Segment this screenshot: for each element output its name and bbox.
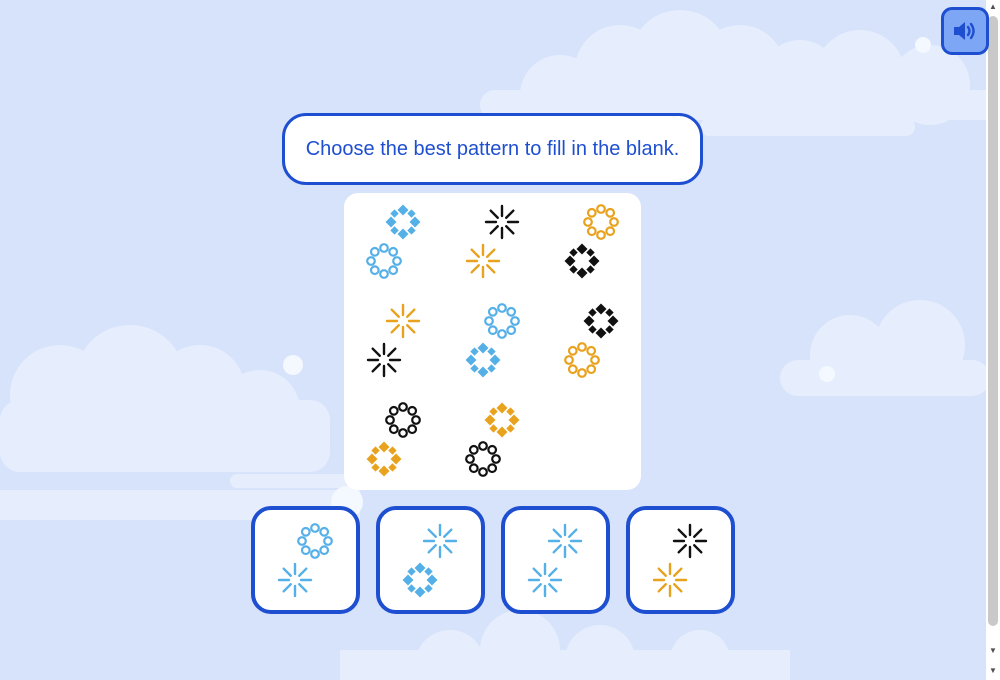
- blue-ring-icon: [366, 243, 402, 279]
- grid-cell: [443, 292, 542, 391]
- grid-cell-top-pattern: [383, 202, 423, 242]
- grid-cell: [542, 193, 641, 292]
- answer-choice-1[interactable]: [251, 506, 360, 614]
- grid-cell-bottom-pattern: [364, 439, 404, 479]
- grid-cell: [344, 193, 443, 292]
- blue-diamond-burst-icon: [465, 342, 501, 378]
- answer-choice-2[interactable]: [376, 506, 485, 614]
- orange-diamond-burst-icon: [484, 402, 520, 438]
- grid-cell-top-pattern: [581, 301, 621, 341]
- grid-cell-bottom-pattern: [562, 241, 602, 281]
- scroll-down-arrow[interactable]: ▼: [986, 644, 1000, 658]
- grid-cell-top-pattern: [482, 400, 522, 440]
- grid-cell: [443, 391, 542, 490]
- orange-dash-burst-icon: [465, 243, 501, 279]
- blue-diamond-burst-icon: [385, 204, 421, 240]
- grid-cell-bottom-pattern: [364, 241, 404, 281]
- blue-dash-burst-icon: [422, 523, 458, 559]
- black-diamond-burst-icon: [583, 303, 619, 339]
- choice-bottom-pattern: [275, 560, 315, 600]
- grid-cell-top-pattern: [581, 202, 621, 242]
- sound-button[interactable]: [941, 7, 989, 55]
- grid-cell-bottom-pattern: [364, 340, 404, 380]
- choice-top-pattern: [545, 521, 585, 561]
- orange-dash-burst-icon: [385, 303, 421, 339]
- blue-dash-burst-icon: [527, 562, 563, 598]
- scroll-thumb[interactable]: [988, 16, 998, 626]
- answer-choice-4[interactable]: [626, 506, 735, 614]
- black-ring-icon: [385, 402, 421, 438]
- grid-cell: [443, 193, 542, 292]
- choice-top-pattern: [295, 521, 335, 561]
- choice-bottom-pattern: [525, 560, 565, 600]
- choice-top-pattern: [670, 521, 710, 561]
- orange-ring-icon: [564, 342, 600, 378]
- page-scrollbar[interactable]: ▲ ▼ ▼: [986, 0, 1000, 680]
- scroll-up-arrow[interactable]: ▲: [986, 0, 1000, 14]
- black-dash-burst-icon: [366, 342, 402, 378]
- question-prompt: Choose the best pattern to fill in the b…: [282, 113, 703, 185]
- scroll-corner-arrow[interactable]: ▼: [986, 664, 1000, 678]
- blue-ring-icon: [297, 523, 333, 559]
- grid-cell-bottom-pattern: [463, 340, 503, 380]
- choice-bottom-pattern: [400, 560, 440, 600]
- grid-cell-bottom-pattern: [463, 439, 503, 479]
- choice-bottom-pattern: [650, 560, 690, 600]
- black-ring-icon: [465, 441, 501, 477]
- blue-dash-burst-icon: [547, 523, 583, 559]
- prompt-text: Choose the best pattern to fill in the b…: [305, 137, 680, 160]
- blue-ring-icon: [484, 303, 520, 339]
- grid-cell-top-pattern: [482, 301, 522, 341]
- blue-diamond-burst-icon: [402, 562, 438, 598]
- answer-choice-3[interactable]: [501, 506, 610, 614]
- grid-cell-top-pattern: [383, 301, 423, 341]
- blue-dash-burst-icon: [277, 562, 313, 598]
- grid-cell: [344, 391, 443, 490]
- choice-top-pattern: [420, 521, 460, 561]
- grid-cell: [344, 292, 443, 391]
- grid-cell-bottom-pattern: [463, 241, 503, 281]
- grid-cell: [542, 292, 641, 391]
- orange-dash-burst-icon: [652, 562, 688, 598]
- black-diamond-burst-icon: [564, 243, 600, 279]
- speaker-icon: [954, 22, 975, 40]
- orange-diamond-burst-icon: [366, 441, 402, 477]
- grid-cell-bottom-pattern: [562, 340, 602, 380]
- black-dash-burst-icon: [672, 523, 708, 559]
- orange-ring-icon: [583, 204, 619, 240]
- grid-cell-blank: [542, 391, 641, 490]
- pattern-grid: [344, 193, 641, 490]
- grid-cell-top-pattern: [482, 202, 522, 242]
- black-dash-burst-icon: [484, 204, 520, 240]
- grid-cell-top-pattern: [383, 400, 423, 440]
